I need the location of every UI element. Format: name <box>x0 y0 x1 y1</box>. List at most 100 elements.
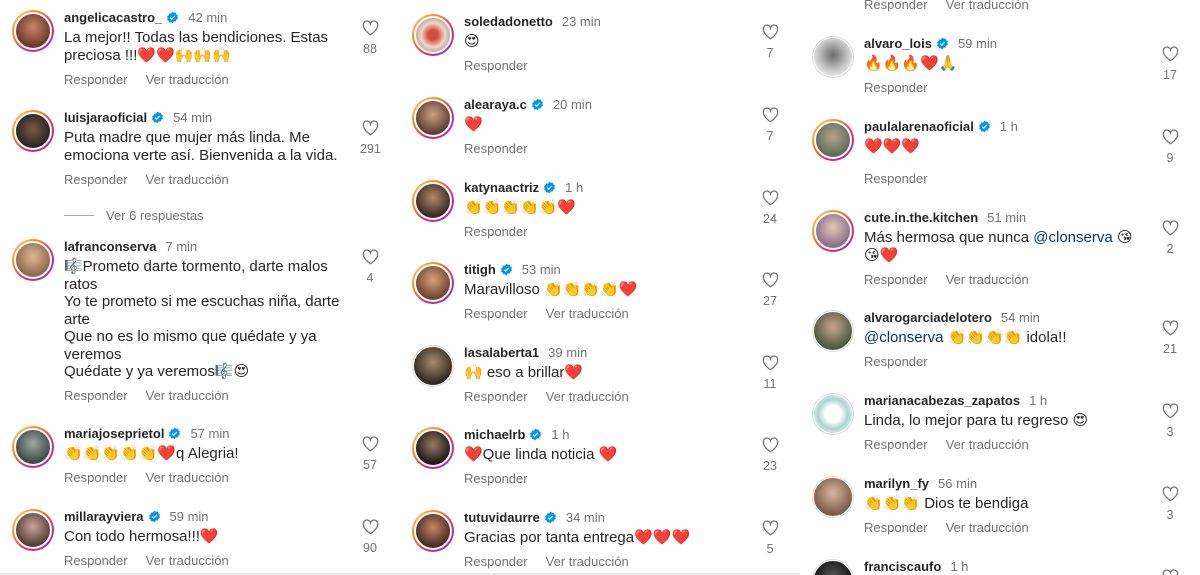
reply-button[interactable]: Responder <box>464 306 528 321</box>
verified-badge-icon <box>530 428 542 440</box>
avatar[interactable] <box>412 510 454 552</box>
translate-button[interactable]: Ver traducción <box>946 520 1029 535</box>
view-replies-button[interactable]: Ver 6 respuestas <box>64 208 204 223</box>
username[interactable]: cute.in.the.kitchen <box>864 210 978 225</box>
translate-button[interactable]: Ver traducción <box>146 388 229 403</box>
translate-button[interactable]: Ver traducción <box>146 553 229 568</box>
reply-button[interactable]: Responder <box>64 72 128 87</box>
heart-icon[interactable] <box>1162 220 1179 236</box>
avatar[interactable] <box>812 393 854 435</box>
username[interactable]: paulalarenaoficial <box>864 119 974 134</box>
username[interactable]: angelicacastro_ <box>64 10 162 25</box>
username[interactable]: lasalaberta1 <box>464 345 539 360</box>
username[interactable]: marilyn_fy <box>864 476 929 491</box>
translate-button[interactable]: Ver traducción <box>146 172 229 187</box>
username[interactable]: titigh <box>464 262 496 277</box>
username[interactable]: millarayviera <box>64 509 144 524</box>
comment-time: 1 h <box>551 426 570 442</box>
username[interactable]: luisjaraoficial <box>64 110 147 125</box>
reply-button[interactable]: Responder <box>64 470 128 485</box>
reply-button[interactable]: Responder <box>64 553 128 568</box>
mention-link[interactable]: @clonserva <box>864 329 943 346</box>
comment-text: La mejor!! Todas las bendiciones. Estas … <box>64 29 329 64</box>
reply-button[interactable]: Responder <box>864 171 928 186</box>
heart-icon[interactable] <box>1162 129 1179 145</box>
translate-button[interactable]: Ver traducción <box>946 437 1029 452</box>
username[interactable]: lafranconserva <box>64 239 157 254</box>
translate-button[interactable]: Ver traducción <box>946 0 1029 12</box>
heart-icon[interactable] <box>362 519 379 535</box>
reply-button[interactable]: Responder <box>464 224 528 239</box>
avatar[interactable] <box>12 239 54 281</box>
username[interactable]: michaelrb <box>464 427 525 442</box>
username[interactable]: marianacabezas_zapatos <box>864 393 1020 408</box>
heart-icon[interactable] <box>362 20 379 36</box>
heart-icon[interactable] <box>1162 46 1179 62</box>
heart-icon[interactable] <box>1162 403 1179 419</box>
username[interactable]: katynaactriz <box>464 180 539 195</box>
translate-button[interactable]: Ver traducción <box>546 389 629 404</box>
avatar[interactable] <box>412 427 454 469</box>
username[interactable]: alvaro_lois <box>864 36 932 51</box>
heart-icon[interactable] <box>762 355 779 371</box>
username[interactable]: alvarogarciadelotero <box>864 310 992 325</box>
comment-text: 😍 <box>464 33 480 50</box>
reply-button[interactable]: Responder <box>864 520 928 535</box>
avatar[interactable] <box>812 559 854 575</box>
translate-button[interactable]: Ver traducción <box>146 470 229 485</box>
translate-button[interactable]: Ver traducción <box>146 72 229 87</box>
reply-button[interactable]: Responder <box>464 141 528 156</box>
reply-button[interactable]: Responder <box>464 389 528 404</box>
reply-button[interactable]: Responder <box>864 0 928 12</box>
avatar[interactable] <box>412 180 454 222</box>
avatar[interactable] <box>812 476 854 518</box>
heart-icon[interactable] <box>362 120 379 136</box>
heart-icon[interactable] <box>362 436 379 452</box>
mention-link[interactable]: @clonserva <box>1033 229 1112 246</box>
avatar[interactable] <box>812 119 854 161</box>
comment-time: 56 min <box>938 475 978 491</box>
heart-icon[interactable] <box>1162 486 1179 502</box>
heart-icon[interactable] <box>1162 320 1179 336</box>
reply-button[interactable]: Responder <box>64 388 128 403</box>
avatar[interactable] <box>812 210 854 252</box>
reply-button[interactable]: Responder <box>64 172 128 187</box>
avatar[interactable] <box>12 509 54 551</box>
reply-button[interactable]: Responder <box>864 354 928 369</box>
avatar[interactable] <box>412 97 454 139</box>
heart-icon[interactable] <box>762 190 779 206</box>
avatar[interactable] <box>412 14 454 56</box>
reply-button[interactable]: Responder <box>864 437 928 452</box>
username[interactable]: alearaya.c <box>464 97 527 112</box>
translate-button[interactable]: Ver traducción <box>546 554 629 569</box>
translate-button[interactable]: Ver traducción <box>546 306 629 321</box>
heart-icon[interactable] <box>762 272 779 288</box>
comment-text: Con todo hermosa!!!❤️ <box>64 528 219 545</box>
avatar[interactable] <box>412 345 454 387</box>
avatar[interactable] <box>812 310 854 352</box>
reply-button[interactable]: Responder <box>464 471 528 486</box>
avatar[interactable] <box>12 426 54 468</box>
reply-button[interactable]: Responder <box>864 272 928 287</box>
heart-icon[interactable] <box>762 520 779 536</box>
avatar[interactable] <box>12 10 54 52</box>
avatar[interactable] <box>412 262 454 304</box>
verified-badge-icon <box>167 11 179 23</box>
username[interactable]: soledadonetto <box>464 14 553 29</box>
avatar[interactable] <box>812 36 854 78</box>
reply-button[interactable]: Responder <box>464 58 528 73</box>
heart-icon[interactable] <box>762 24 779 40</box>
heart-icon[interactable] <box>1162 569 1179 575</box>
username[interactable]: tutuvidaurre <box>464 510 540 525</box>
username[interactable]: mariajoseprietol <box>64 426 164 441</box>
like-count: 2 <box>1166 242 1174 256</box>
heart-icon[interactable] <box>762 437 779 453</box>
reply-button[interactable]: Responder <box>864 80 928 95</box>
heart-icon[interactable] <box>362 249 379 265</box>
translate-button[interactable]: Ver traducción <box>946 272 1029 287</box>
like-count: 11 <box>763 377 777 391</box>
heart-icon[interactable] <box>762 107 779 123</box>
avatar[interactable] <box>12 110 54 152</box>
username[interactable]: franciscaufo <box>864 559 941 574</box>
reply-button[interactable]: Responder <box>464 554 528 569</box>
